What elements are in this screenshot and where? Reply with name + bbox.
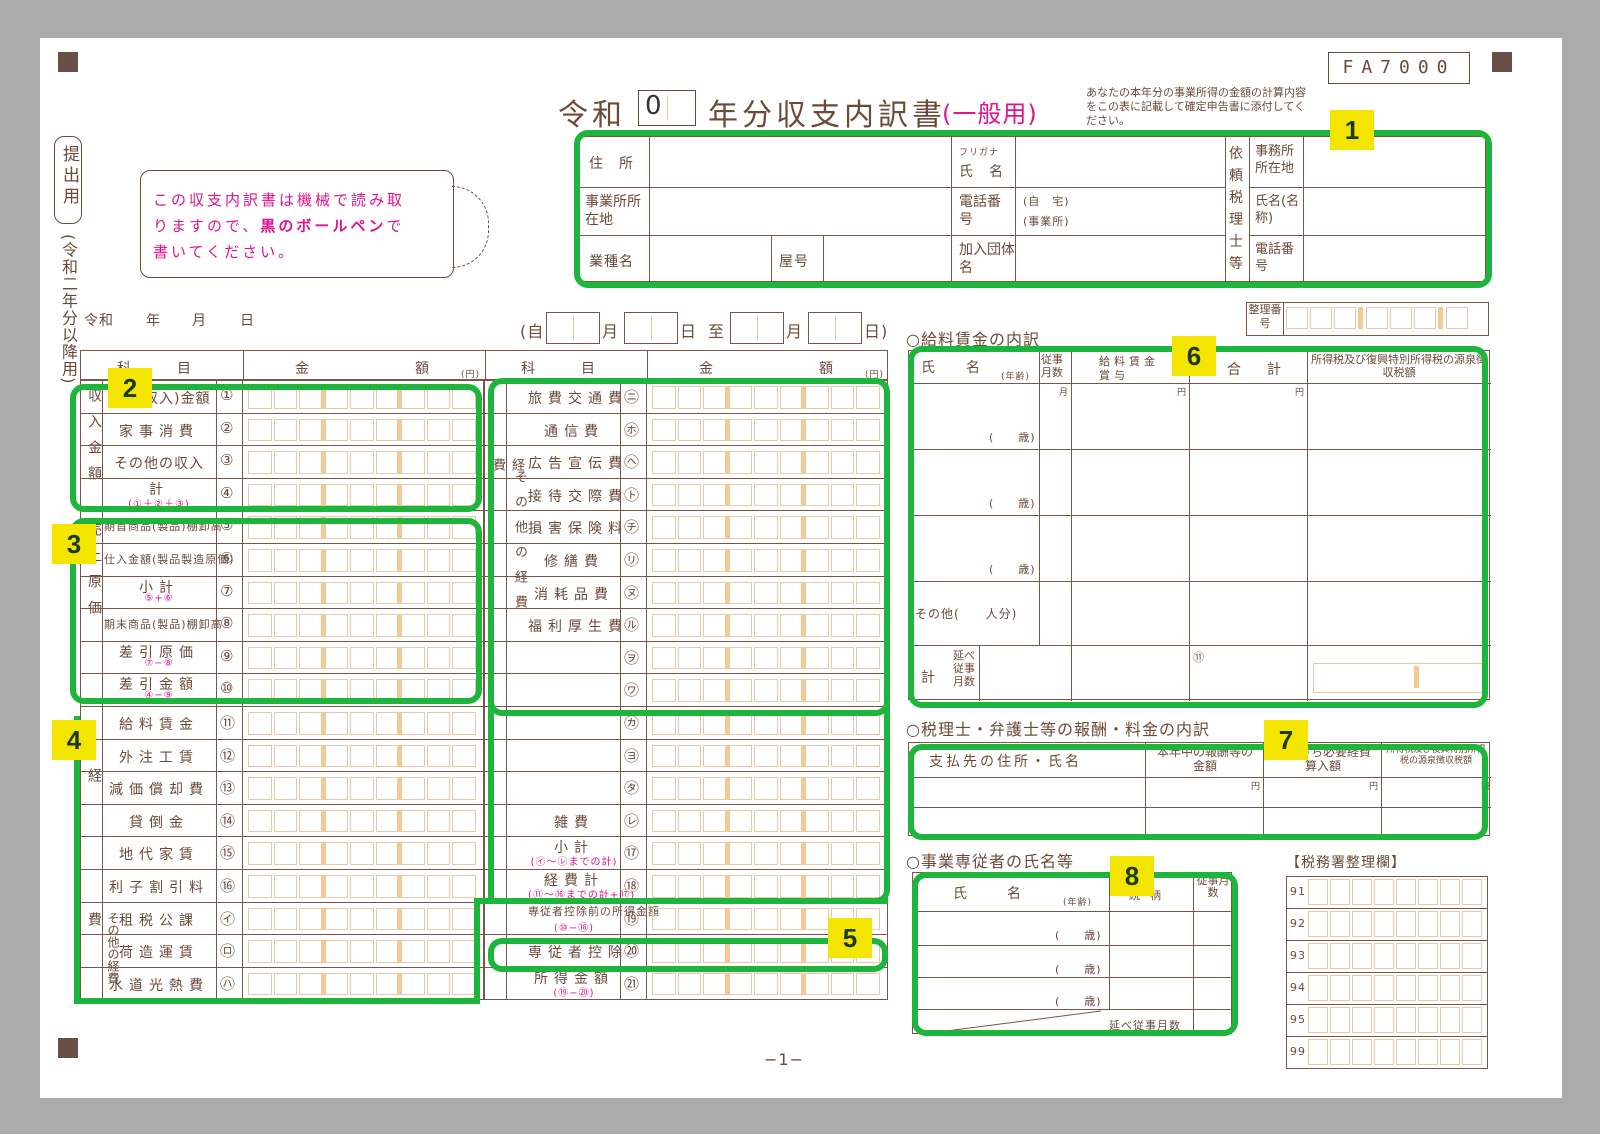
period-d2: 日)	[864, 322, 889, 341]
callout-box-1	[574, 130, 1492, 288]
fees-title: ○税理士・弁護士等の報酬・料金の内訳	[906, 720, 1210, 739]
registration-mark	[1492, 52, 1512, 72]
period-m1: 月	[602, 322, 620, 341]
callout-tag-6: 6	[1172, 336, 1216, 376]
ref-no-input[interactable]	[1282, 302, 1489, 336]
date-year: 年	[146, 313, 161, 329]
office-use-title: 【税務署整理欄】	[1286, 855, 1406, 871]
date-reiwa: 令和	[84, 313, 114, 329]
office-use-input[interactable]	[1308, 1039, 1484, 1066]
ref-no-label: 整理番号	[1246, 302, 1284, 336]
callout-tag-7: 7	[1264, 720, 1308, 760]
notice-tab	[452, 186, 489, 268]
office-use-input[interactable]	[1308, 879, 1484, 906]
office-use-input[interactable]	[1308, 911, 1484, 938]
table-header: 科 目 金 額 (円) 科 目 金 額 (円)	[80, 350, 888, 381]
submit-label-box: 提出用	[54, 136, 82, 224]
office-use-row-number: 91	[1290, 885, 1306, 898]
year-input[interactable]: 0	[638, 90, 696, 126]
period-to: 至	[708, 322, 726, 341]
office-use-row-number: 94	[1290, 981, 1306, 994]
callout-box-3c	[488, 704, 890, 904]
period-to-day-input[interactable]	[808, 312, 862, 344]
registration-mark	[58, 1038, 78, 1058]
callout-box-7	[908, 744, 1488, 840]
office-use-input[interactable]	[1308, 975, 1484, 1002]
office-use-row-number: 92	[1290, 917, 1306, 930]
family-title: ○事業専従者の氏名等	[906, 852, 1074, 871]
period-m2: 月	[786, 322, 804, 341]
version-label: (令和二年分以降用)	[59, 234, 78, 385]
callout-box-4	[74, 716, 480, 1004]
callout-tag-2: 2	[108, 368, 152, 408]
callout-tag-5: 5	[828, 918, 872, 958]
callout-tag-3: 3	[52, 524, 96, 564]
period-d1: 日	[680, 322, 698, 341]
callout-box-3b	[488, 378, 890, 716]
callout-box-3	[70, 518, 482, 704]
date-month: 月	[192, 313, 207, 329]
office-use-input[interactable]	[1308, 943, 1484, 970]
title-prefix: 令和	[558, 98, 626, 133]
period-from: (自	[520, 322, 545, 341]
page-number: −1−	[764, 1050, 804, 1069]
title-note: あなたの本年分の事業所得の金額の計算内容をこの表に記載して確定申告書に添付してく…	[1086, 86, 1306, 127]
title-main: 年分収支内訳書	[708, 98, 946, 133]
callout-tag-1: 1	[1330, 110, 1374, 150]
date-day: 日	[240, 313, 255, 329]
office-use-row-number: 95	[1290, 1013, 1306, 1026]
callout-tag-8: 8	[1110, 856, 1154, 896]
office-use-input[interactable]	[1308, 1007, 1484, 1034]
office-use-row-number: 93	[1290, 949, 1306, 962]
period-from-month-input[interactable]	[546, 312, 600, 344]
callout-tag-4: 4	[52, 720, 96, 760]
registration-mark	[58, 52, 78, 72]
title-kind: (一般用)	[942, 100, 1038, 128]
office-use-row-number: 99	[1290, 1045, 1306, 1058]
notice-box: この収支内訳書は機械で読み取 りますので、黒のボールペンで 書いてください。	[140, 170, 454, 278]
form-page: FA7000 令和 0 年分収支内訳書 (一般用) あなたの本年分の事業所得の金…	[40, 38, 1562, 1098]
callout-box-6	[908, 346, 1488, 708]
form-code: FA7000	[1328, 52, 1470, 84]
period-to-month-input[interactable]	[730, 312, 784, 344]
callout-box-8	[912, 872, 1238, 1036]
period-from-day-input[interactable]	[624, 312, 678, 344]
